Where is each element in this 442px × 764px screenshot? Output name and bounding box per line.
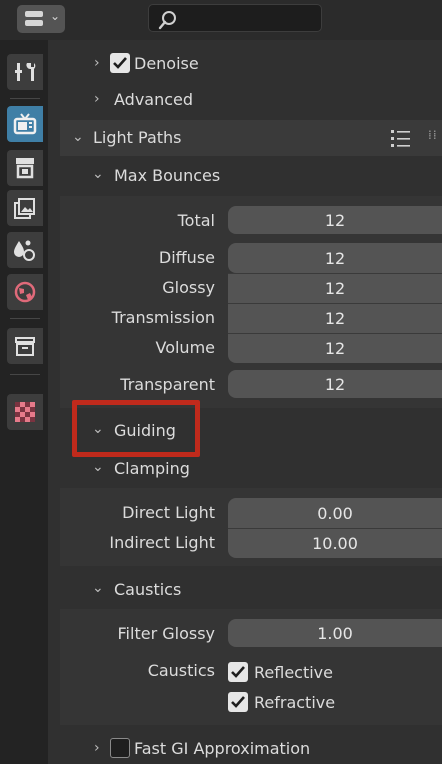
tab-separator <box>10 98 40 99</box>
view-layer-icon <box>14 198 35 219</box>
chevron-right-icon: › <box>94 740 100 756</box>
world-icon <box>14 281 36 303</box>
tab-world[interactable] <box>7 274 43 310</box>
reflective-label: Reflective <box>254 662 333 682</box>
light-paths-panel-header[interactable]: ⌄ Light Paths ⁞⁞ <box>60 120 442 156</box>
tab-output[interactable] <box>7 150 43 186</box>
denoise-label: Denoise <box>134 53 199 73</box>
fast-gi-checkbox[interactable] <box>110 738 130 758</box>
texture-icon <box>15 402 35 422</box>
chevron-down-icon: ⌄ <box>49 9 60 23</box>
direct-light-label: Direct Light <box>122 503 215 522</box>
chevron-right-icon[interactable]: › <box>94 55 110 71</box>
tab-view-layer[interactable] <box>7 190 43 226</box>
highlight-box <box>72 400 200 457</box>
transparent-label: Transparent <box>120 375 215 394</box>
chevron-down-icon: ⌄ <box>92 166 104 182</box>
checkmark-icon <box>113 57 127 69</box>
editor-type-icon-part <box>25 20 43 26</box>
clamping-subpanel-header[interactable]: ⌄ Clamping <box>60 451 442 487</box>
advanced-label: Advanced <box>114 89 194 109</box>
tab-texture[interactable] <box>7 394 43 430</box>
volume-field[interactable]: 12 <box>228 333 442 363</box>
denoise-row: › Denoise <box>94 48 199 78</box>
transmission-field[interactable]: 12 <box>228 303 442 333</box>
total-label: Total <box>177 211 215 230</box>
output-icon <box>16 158 34 179</box>
advanced-subpanel-header[interactable]: › Advanced <box>94 84 193 114</box>
refractive-label: Refractive <box>254 692 336 712</box>
max-bounces-label: Max Bounces <box>114 166 221 185</box>
glossy-label: Glossy <box>162 278 215 297</box>
editor-type-dropdown[interactable]: ⌄ <box>17 5 65 33</box>
tab-tool[interactable] <box>7 54 43 90</box>
denoise-checkbox[interactable] <box>110 53 130 73</box>
diffuse-label: Diffuse <box>158 248 215 267</box>
indirect-light-field[interactable]: 10.00 <box>228 528 442 558</box>
tool-icon <box>15 63 36 81</box>
chevron-down-icon: ⌄ <box>92 459 104 475</box>
reflective-checkbox[interactable] <box>228 662 248 682</box>
transmission-label: Transmission <box>111 308 215 327</box>
collection-icon <box>15 337 35 356</box>
checkmark-icon <box>231 696 245 708</box>
reflective-checkbox-row[interactable]: Reflective <box>228 659 333 685</box>
tab-scene[interactable] <box>7 232 43 268</box>
tab-separator <box>10 374 40 375</box>
tab-collection[interactable] <box>7 328 43 364</box>
chevron-down-icon: ⌄ <box>72 129 84 145</box>
filter-glossy-label: Filter Glossy <box>117 624 215 643</box>
total-field[interactable]: 12 <box>228 206 442 234</box>
indirect-light-label: Indirect Light <box>109 533 215 552</box>
scene-icon <box>14 240 35 261</box>
volume-label: Volume <box>155 338 215 357</box>
fast-gi-subpanel-header[interactable]: › Fast GI Approximation <box>94 734 310 762</box>
fast-gi-label: Fast GI Approximation <box>134 738 311 758</box>
glossy-field[interactable]: 12 <box>228 273 442 303</box>
light-paths-label: Light Paths <box>93 128 182 147</box>
properties-tabs <box>0 40 48 764</box>
drag-handle-icon[interactable]: ⁞⁞ <box>428 128 438 142</box>
caustics-header-label: Caustics <box>114 580 182 599</box>
render-icon <box>13 113 37 135</box>
checkmark-icon <box>231 666 245 678</box>
tab-render[interactable] <box>7 106 43 142</box>
max-bounces-subpanel-header[interactable]: ⌄ Max Bounces <box>60 158 442 194</box>
list-options-icon[interactable] <box>390 127 412 149</box>
refractive-checkbox-row[interactable]: Refractive <box>228 689 335 715</box>
caustics-subpanel-header[interactable]: ⌄ Caustics <box>60 572 442 608</box>
search-input[interactable] <box>148 4 322 32</box>
properties-header: ⌄ <box>0 0 442 40</box>
transparent-field[interactable]: 12 <box>228 370 442 398</box>
filter-glossy-field[interactable]: 1.00 <box>228 619 442 647</box>
search-icon <box>158 11 176 30</box>
tab-separator <box>10 318 40 319</box>
editor-type-icon <box>25 11 43 17</box>
diffuse-field[interactable]: 12 <box>228 243 442 273</box>
clamping-label: Clamping <box>114 459 190 478</box>
caustics-label: Caustics <box>147 661 215 680</box>
chevron-down-icon: ⌄ <box>92 580 104 596</box>
refractive-checkbox[interactable] <box>228 692 248 712</box>
direct-light-field[interactable]: 0.00 <box>228 498 442 528</box>
chevron-right-icon: › <box>94 91 100 107</box>
